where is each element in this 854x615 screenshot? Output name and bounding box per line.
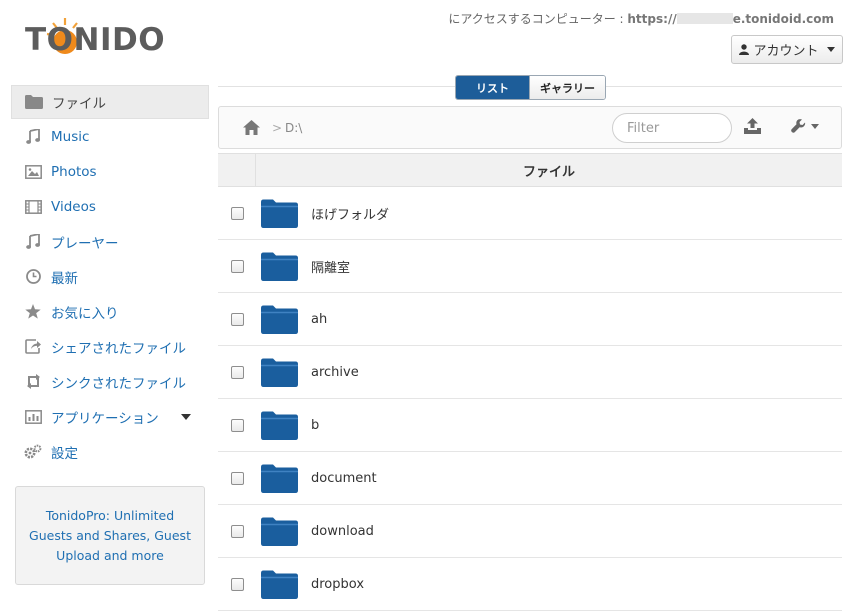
folder-icon [261, 199, 298, 228]
row-checkbox[interactable] [231, 418, 244, 432]
user-icon [739, 44, 750, 55]
folder-icon [261, 517, 298, 546]
row-checkbox[interactable] [231, 577, 244, 591]
file-name[interactable]: ah [311, 312, 327, 327]
table-row[interactable]: archive [218, 346, 842, 399]
select-column-header [218, 154, 256, 186]
sidebar-item-label: プレーヤー [51, 235, 119, 252]
breadcrumb-separator: > [272, 121, 283, 135]
file-name[interactable]: archive [311, 365, 359, 380]
table-row[interactable]: download [218, 505, 842, 558]
promo-box: TonidoPro: Unlimited Guests and Shares, … [15, 486, 205, 585]
access-label: にアクセスするコンピューター : [448, 12, 628, 26]
sidebar-item-label: Videos [51, 198, 96, 215]
row-checkbox[interactable] [231, 312, 244, 326]
film-icon [24, 198, 42, 216]
folder-icon [261, 358, 298, 387]
sidebar-item-recent[interactable]: 最新 [11, 259, 209, 294]
star-icon [24, 303, 42, 321]
sidebar: ファイル Music Photos Videos プレーヤー 最新 お気に入り … [11, 85, 209, 469]
folder-icon [25, 93, 43, 111]
row-checkbox[interactable] [231, 524, 244, 538]
folder-icon [261, 464, 298, 493]
file-name[interactable]: ほげフォルダ [311, 204, 389, 223]
sidebar-item-player[interactable]: プレーヤー [11, 224, 209, 259]
sidebar-item-label: ファイル [52, 96, 106, 112]
sidebar-item-label: アプリケーション [51, 410, 159, 427]
redacted-block [676, 13, 733, 24]
share-icon [24, 338, 42, 356]
file-name[interactable]: dropbox [311, 577, 364, 592]
clock-icon [24, 268, 42, 286]
music-icon [24, 233, 42, 251]
table-row[interactable]: ah [218, 293, 842, 346]
row-checkbox[interactable] [231, 365, 244, 379]
sidebar-item-label: Music [51, 128, 90, 145]
sidebar-item-videos[interactable]: Videos [11, 189, 209, 224]
sidebar-item-applications[interactable]: アプリケーション [11, 399, 209, 434]
row-checkbox[interactable] [231, 259, 244, 273]
file-toolbar: > D:\ [218, 106, 842, 149]
account-label: アカウント [753, 44, 819, 59]
row-checkbox[interactable] [231, 206, 244, 220]
file-name[interactable]: b [311, 418, 319, 433]
sidebar-item-favorites[interactable]: お気に入り [11, 294, 209, 329]
sidebar-item-files[interactable]: ファイル [11, 85, 209, 119]
tonido-logo[interactable]: TONIDO [25, 18, 175, 62]
chevron-down-icon [811, 124, 819, 129]
filter-input[interactable] [612, 113, 732, 143]
sync-icon [24, 373, 42, 391]
table-row[interactable]: 隔離室 [218, 240, 842, 293]
list-view-button[interactable]: リスト [456, 76, 529, 99]
gears-icon [24, 443, 42, 461]
sidebar-item-photos[interactable]: Photos [11, 154, 209, 189]
account-button[interactable]: アカウント [731, 35, 843, 64]
file-table: ファイル ほげフォルダ 隔離室 ah archive b document download… [218, 153, 842, 611]
wrench-icon [791, 119, 806, 133]
sidebar-item-shared[interactable]: シェアされたファイル [11, 329, 209, 364]
access-url-suffix: e.tonidoid.com [732, 12, 834, 26]
access-url-prefix: https:// [627, 12, 677, 26]
breadcrumb-path[interactable]: D:\ [285, 121, 302, 135]
folder-icon [261, 570, 298, 599]
home-icon[interactable] [243, 120, 260, 135]
folder-icon [261, 411, 298, 440]
sidebar-item-label: シンクされたファイル [51, 375, 186, 392]
remote-access-info: にアクセスするコンピューター : https:// e.tonidoid.com [448, 10, 834, 27]
folder-icon [261, 252, 298, 281]
file-name[interactable]: download [311, 524, 374, 539]
chevron-down-icon[interactable] [181, 413, 191, 420]
file-name[interactable]: document [311, 471, 377, 486]
table-row[interactable]: document [218, 452, 842, 505]
chart-icon [24, 408, 42, 426]
tools-menu[interactable] [791, 119, 819, 134]
view-toggle: リスト ギャラリー [455, 75, 606, 100]
music-icon [24, 128, 42, 146]
file-name[interactable]: 隔離室 [311, 257, 350, 276]
sidebar-item-music[interactable]: Music [11, 119, 209, 154]
sidebar-item-label: Photos [51, 163, 97, 180]
gallery-view-button[interactable]: ギャラリー [529, 76, 605, 99]
table-row[interactable]: ほげフォルダ [218, 187, 842, 240]
photo-icon [24, 163, 42, 181]
upload-icon[interactable] [744, 118, 761, 134]
row-checkbox[interactable] [231, 471, 244, 485]
table-header: ファイル [218, 153, 842, 187]
sidebar-item-settings[interactable]: 設定 [11, 434, 209, 469]
chevron-down-icon [826, 47, 835, 52]
table-row[interactable]: b [218, 399, 842, 452]
folder-icon [261, 305, 298, 334]
sidebar-item-label: お気に入り [51, 305, 119, 322]
sidebar-item-label: シェアされたファイル [51, 340, 186, 357]
sidebar-item-label: 設定 [51, 445, 78, 462]
name-column-header[interactable]: ファイル [256, 154, 842, 186]
sidebar-item-label: 最新 [51, 270, 78, 287]
table-row[interactable]: dropbox [218, 558, 842, 611]
promo-link[interactable]: TonidoPro: Unlimited Guests and Shares, … [28, 506, 192, 566]
logo-text: TONIDO [25, 22, 166, 58]
sidebar-item-synced[interactable]: シンクされたファイル [11, 364, 209, 399]
